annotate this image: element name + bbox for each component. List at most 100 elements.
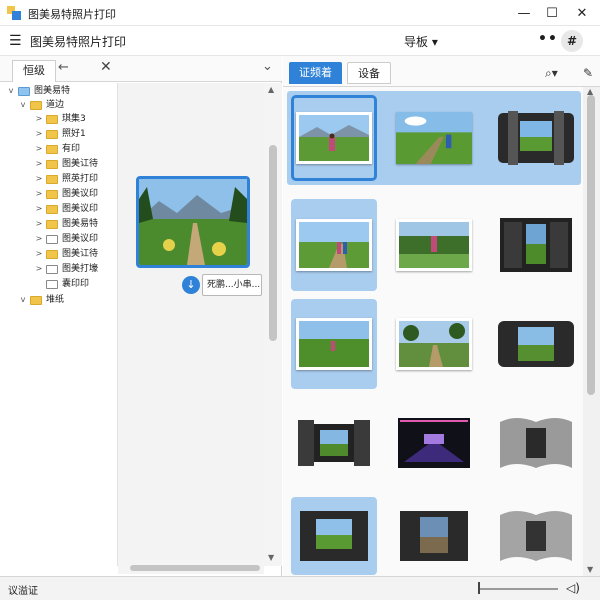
toolbar-title: 图美易特照片打印 xyxy=(30,35,127,49)
tree-item-label: 道边 xyxy=(46,100,65,110)
tree-item[interactable]: v 堆纸 xyxy=(18,293,64,307)
scrollbar-thumb[interactable] xyxy=(130,565,260,571)
tree-item-label: 图美议印 xyxy=(62,189,99,199)
expand-toggle-icon[interactable]: > xyxy=(34,187,44,201)
tree-item[interactable]: > 图美易特 xyxy=(34,217,98,231)
download-icon[interactable]: ↓ xyxy=(182,276,200,294)
tree-item-label: 琪集3 xyxy=(62,114,86,124)
photo-tile[interactable] xyxy=(493,95,579,181)
photo-tile[interactable] xyxy=(391,299,477,389)
tree-item-label: 堆纸 xyxy=(46,295,65,305)
folder-icon xyxy=(46,219,58,229)
navigation-dropdown[interactable]: 导板 ▾ xyxy=(404,33,438,50)
tab-certificates[interactable]: 证频着 xyxy=(289,62,342,84)
photo-tile[interactable] xyxy=(391,497,477,575)
photo-tile[interactable] xyxy=(291,397,377,489)
expand-toggle-icon[interactable]: v xyxy=(18,98,28,112)
photo-tile[interactable] xyxy=(291,497,377,575)
photo-thumbnail xyxy=(496,505,576,567)
photo-tile[interactable] xyxy=(391,199,477,291)
photo-thumbnail xyxy=(396,318,472,370)
photo-thumbnail xyxy=(394,412,474,474)
more-options-icon[interactable]: •• xyxy=(538,31,558,47)
photo-tile[interactable] xyxy=(291,95,377,181)
scrollbar-thumb[interactable] xyxy=(587,95,595,395)
tree-item[interactable]: v 道边 xyxy=(18,98,64,112)
back-arrow-icon[interactable]: ← xyxy=(58,60,69,75)
tree-item[interactable]: > 照英打印 xyxy=(34,172,98,186)
tree-item[interactable]: 囊印印 xyxy=(34,277,89,291)
tree-item[interactable]: > 图美讧待 xyxy=(34,247,98,261)
folder-icon xyxy=(46,129,58,139)
expand-toggle-icon[interactable]: > xyxy=(34,172,44,186)
folder-icon xyxy=(46,114,58,124)
tree-item-label: 有印 xyxy=(62,144,81,154)
expand-toggle-icon[interactable]: > xyxy=(34,232,44,246)
sharp-icon-button[interactable]: # xyxy=(561,30,583,52)
sound-icon[interactable]: ◁) xyxy=(566,581,580,595)
tree-item[interactable]: > 图美议印 xyxy=(34,232,98,246)
photo-tile[interactable] xyxy=(391,397,477,489)
expand-toggle-icon[interactable]: > xyxy=(34,142,44,156)
preview-area: ↓ 死鹏...小串... xyxy=(118,83,264,566)
left-pane: 恒级 ← ✕ ⌄ v 图美易特 v 道边 > 琪集3 > 照好1 > 有印 > … xyxy=(0,56,282,576)
left-vertical-scrollbar[interactable]: ▲ ▼ xyxy=(264,83,282,566)
photo-tile[interactable] xyxy=(493,397,579,489)
tree-item[interactable]: > 图美议印 xyxy=(34,202,98,216)
close-icon[interactable]: ✕ xyxy=(100,59,112,75)
tree-item[interactable]: > 图美打壕 xyxy=(34,262,98,276)
zoom-slider[interactable] xyxy=(478,588,558,590)
right-vertical-scrollbar[interactable]: ▲ ▼ xyxy=(583,87,600,576)
photo-tile[interactable] xyxy=(391,95,477,181)
tree-item[interactable]: > 有印 xyxy=(34,142,80,156)
expand-toggle-icon[interactable]: v xyxy=(18,293,28,307)
selected-photo-preview[interactable] xyxy=(136,176,250,268)
pencil-icon[interactable]: ✎ xyxy=(583,66,593,80)
expand-toggle-icon[interactable]: > xyxy=(34,112,44,126)
photo-tile[interactable] xyxy=(493,299,579,389)
expand-toggle-icon[interactable]: v xyxy=(6,84,16,98)
tree-item[interactable]: > 照好1 xyxy=(34,127,86,141)
expand-toggle-icon[interactable]: > xyxy=(34,157,44,171)
left-horizontal-scrollbar[interactable] xyxy=(118,560,264,574)
scroll-down-icon[interactable]: ▼ xyxy=(587,565,593,574)
tree-item-label: 图美讧待 xyxy=(62,159,99,169)
photo-thumbnail xyxy=(296,219,372,271)
expand-toggle-icon[interactable]: > xyxy=(34,247,44,261)
tab-devices[interactable]: 设备 xyxy=(347,62,391,84)
zoom-slider-handle[interactable] xyxy=(478,582,480,594)
tab-folders[interactable]: 恒级 xyxy=(12,60,56,82)
tree-item[interactable]: > 图美讧待 xyxy=(34,157,98,171)
left-tabs-bar: 恒级 ← ✕ ⌄ xyxy=(0,56,282,82)
tree-item-root[interactable]: v 图美易特 xyxy=(6,84,70,98)
outline-folder-icon xyxy=(46,234,58,244)
photo-thumbnail xyxy=(394,505,474,567)
scrollbar-thumb[interactable] xyxy=(269,145,277,341)
photo-thumbnail xyxy=(294,505,374,567)
expand-toggle-icon[interactable]: > xyxy=(34,127,44,141)
photo-tile[interactable] xyxy=(493,199,579,291)
expand-toggle-icon[interactable]: > xyxy=(34,217,44,231)
tree-item-label: 图美易特 xyxy=(62,219,99,229)
search-icon[interactable]: ⌕▾ xyxy=(545,66,558,81)
photo-tile[interactable] xyxy=(291,299,377,389)
folder-icon xyxy=(46,189,58,199)
chevron-down-icon[interactable]: ⌄ xyxy=(262,59,273,74)
close-window-button[interactable]: ✕ xyxy=(562,0,600,26)
title-bar: 图美易特照片打印 — ☐ ✕ xyxy=(0,0,600,26)
photo-thumbnail xyxy=(396,219,472,271)
photo-tile[interactable] xyxy=(291,199,377,291)
photo-thumbnail xyxy=(296,112,372,164)
tree-item-label: 图美议印 xyxy=(62,204,99,214)
hamburger-menu-icon[interactable]: ☰ xyxy=(9,33,22,49)
photo-tile[interactable] xyxy=(493,497,579,575)
tree-item[interactable]: > 琪集3 xyxy=(34,112,86,126)
photo-grid xyxy=(283,87,583,576)
scroll-up-icon[interactable]: ▲ xyxy=(268,85,274,94)
expand-toggle-icon[interactable]: > xyxy=(34,262,44,276)
tree-item[interactable]: > 图美议印 xyxy=(34,187,98,201)
landscape-image xyxy=(139,179,247,265)
expand-toggle-icon[interactable]: > xyxy=(34,202,44,216)
photo-thumbnail xyxy=(496,214,576,276)
scroll-down-icon[interactable]: ▼ xyxy=(268,553,274,562)
